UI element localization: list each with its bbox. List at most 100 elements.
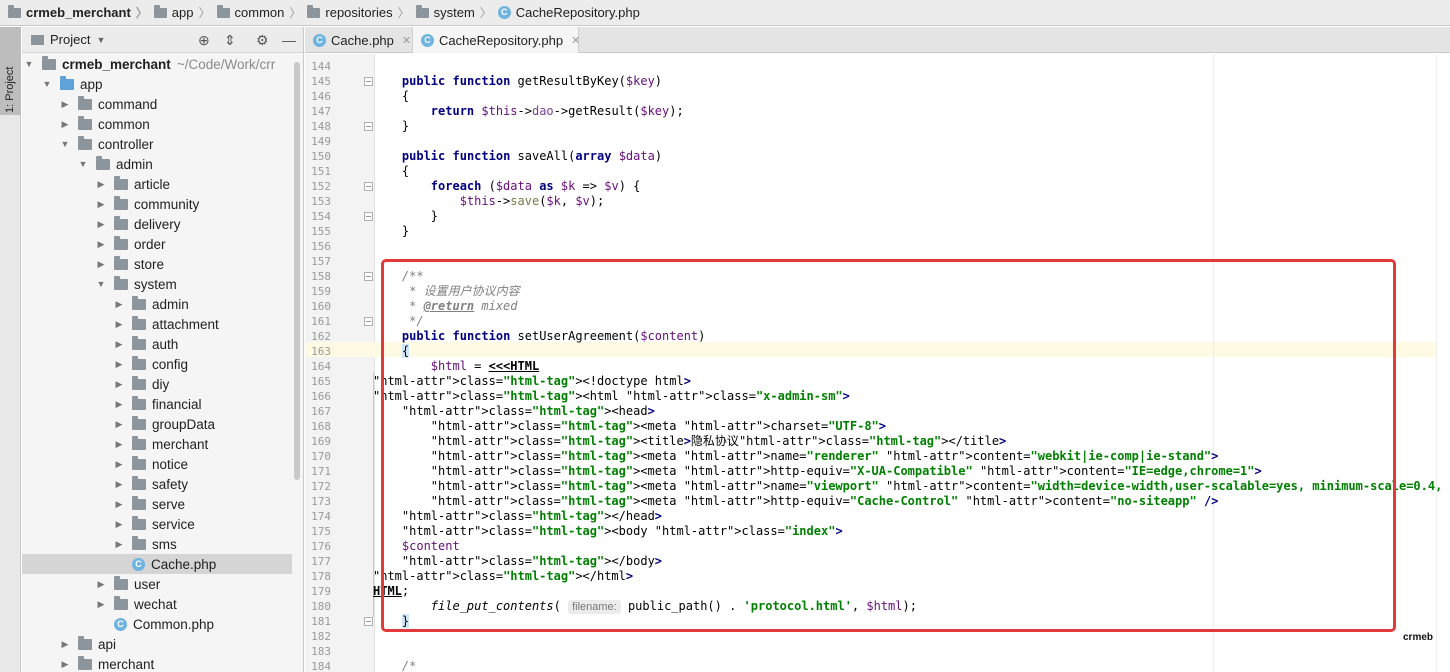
code-line[interactable]: $this->save($k, $v);: [373, 194, 605, 209]
expand-right-icon[interactable]: ▶: [96, 599, 106, 610]
tree-item-financial[interactable]: ▶ financial: [22, 394, 292, 414]
minimize-icon[interactable]: —: [282, 32, 296, 48]
code-line[interactable]: "html-attr">class="html-tag"><meta "html…: [373, 449, 1219, 464]
expand-right-icon[interactable]: ▶: [114, 299, 124, 310]
expand-right-icon[interactable]: ▶: [60, 639, 70, 650]
expand-right-icon[interactable]: ▶: [96, 199, 106, 210]
code-line[interactable]: return $this->dao->getResult($key);: [373, 104, 684, 119]
breadcrumb-system[interactable]: system 〉: [415, 0, 498, 26]
tree-item-sms[interactable]: ▶ sms: [22, 534, 292, 554]
code-line[interactable]: "html-attr">class="html-tag"><meta "html…: [373, 419, 886, 434]
code-line[interactable]: "html-attr">class="html-tag"></head>: [373, 509, 662, 524]
code-line[interactable]: {: [373, 89, 409, 104]
expand-right-icon[interactable]: ▶: [114, 439, 124, 450]
close-icon[interactable]: ✕: [402, 34, 411, 47]
expand-down-icon[interactable]: ▼: [60, 139, 70, 149]
code-line[interactable]: }: [373, 224, 409, 239]
gear-icon[interactable]: ⚙: [256, 32, 269, 48]
chevron-down-icon[interactable]: ▼: [96, 35, 105, 45]
code-line[interactable]: {: [373, 164, 409, 179]
expand-right-icon[interactable]: ▶: [96, 239, 106, 250]
close-icon[interactable]: ✕: [571, 34, 580, 47]
fold-marker-icon[interactable]: [364, 317, 373, 326]
fold-marker-icon[interactable]: [364, 272, 373, 281]
code-line[interactable]: "html-attr">class="html-tag"><title>隐私协议…: [373, 434, 1006, 449]
code-line[interactable]: public function setUserAgreement($conten…: [373, 329, 705, 344]
code-line[interactable]: foreach ($data as $k => $v) {: [373, 179, 641, 194]
code-line[interactable]: }: [373, 614, 410, 629]
tree-item-safety[interactable]: ▶ safety: [22, 474, 292, 494]
expand-right-icon[interactable]: ▶: [114, 399, 124, 410]
expand-right-icon[interactable]: ▶: [60, 659, 70, 670]
expand-right-icon[interactable]: ▶: [114, 479, 124, 490]
tree-item-notice[interactable]: ▶ notice: [22, 454, 292, 474]
tree-item-article[interactable]: ▶ article: [22, 174, 292, 194]
code-line[interactable]: "html-attr">class="html-tag"></body>: [373, 554, 662, 569]
expand-down-icon[interactable]: ▼: [24, 59, 34, 69]
code-line[interactable]: HTML;: [373, 584, 409, 599]
breadcrumb-common[interactable]: common 〉: [216, 0, 308, 26]
expand-right-icon[interactable]: ▶: [96, 179, 106, 190]
code-line[interactable]: $html = <<<HTML: [373, 359, 539, 374]
tab-cache-repository-php[interactable]: C CacheRepository.php ✕: [413, 27, 580, 53]
crosshair-icon[interactable]: ⊕: [198, 32, 210, 48]
code-line[interactable]: "html-attr">class="html-tag"><!doctype h…: [373, 374, 691, 389]
tree-item-merchant[interactable]: ▶ merchant: [22, 654, 292, 672]
code-line[interactable]: /*: [373, 659, 416, 672]
tree-item-controller[interactable]: ▼ controller: [22, 134, 292, 154]
expand-right-icon[interactable]: ▶: [114, 519, 124, 530]
tree-item-auth[interactable]: ▶ auth: [22, 334, 292, 354]
breadcrumb-cache-repository[interactable]: C CacheRepository.php: [497, 0, 640, 26]
expand-right-icon[interactable]: ▶: [114, 359, 124, 370]
tree-item-delivery[interactable]: ▶ delivery: [22, 214, 292, 234]
tree-item-diy[interactable]: ▶ diy: [22, 374, 292, 394]
code-line[interactable]: "html-attr">class="html-tag"></html>: [373, 569, 633, 584]
tree-item-command[interactable]: ▶ command: [22, 94, 292, 114]
tree-item-common-php[interactable]: C Common.php: [22, 614, 292, 634]
tree-item-api[interactable]: ▶ api: [22, 634, 292, 654]
code-line[interactable]: "html-attr">class="html-tag"><head>: [373, 404, 655, 419]
code-line[interactable]: "html-attr">class="html-tag"><meta "html…: [373, 479, 1450, 494]
tree-scrollbar[interactable]: [293, 54, 301, 672]
expand-down-icon[interactable]: ▼: [78, 159, 88, 169]
tree-item-merchant[interactable]: ▶ merchant: [22, 434, 292, 454]
code-line[interactable]: }: [373, 209, 438, 224]
fold-marker-icon[interactable]: [364, 212, 373, 221]
code-line[interactable]: */: [373, 314, 423, 329]
expand-down-icon[interactable]: ▼: [96, 279, 106, 289]
code-line[interactable]: * 设置用户协议内容: [373, 284, 519, 299]
tree-item-serve[interactable]: ▶ serve: [22, 494, 292, 514]
fold-marker-icon[interactable]: [364, 77, 373, 86]
expand-right-icon[interactable]: ▶: [114, 419, 124, 430]
tree-item-community[interactable]: ▶ community: [22, 194, 292, 214]
tree-item-system[interactable]: ▼ system: [22, 274, 292, 294]
breadcrumb-app[interactable]: app 〉: [153, 0, 217, 26]
expand-right-icon[interactable]: ▶: [114, 499, 124, 510]
expand-right-icon[interactable]: ▶: [96, 259, 106, 270]
tab-cache-php[interactable]: C Cache.php ✕: [305, 27, 413, 53]
code-line[interactable]: "html-attr">class="html-tag"><body "html…: [373, 524, 843, 539]
code-line[interactable]: $content: [373, 539, 460, 554]
tree-item-user[interactable]: ▶ user: [22, 574, 292, 594]
tree-item-attachment[interactable]: ▶ attachment: [22, 314, 292, 334]
expand-right-icon[interactable]: ▶: [114, 539, 124, 550]
expand-right-icon[interactable]: ▶: [114, 319, 124, 330]
breadcrumb-repositories[interactable]: repositories 〉: [307, 0, 415, 26]
project-view-selector[interactable]: Project: [50, 32, 90, 47]
tree-item-cache-php[interactable]: C Cache.php: [22, 554, 292, 574]
expand-right-icon[interactable]: ▶: [60, 119, 70, 130]
expand-right-icon[interactable]: ▶: [60, 99, 70, 110]
expand-right-icon[interactable]: ▶: [96, 219, 106, 230]
code-line[interactable]: file_put_contents( filename: public_path…: [373, 599, 917, 614]
code-line[interactable]: * @return mixed: [373, 299, 517, 314]
expand-right-icon[interactable]: ▶: [96, 579, 106, 590]
collapse-all-icon[interactable]: ⇕: [224, 32, 236, 48]
tree-item-crmeb-merchant[interactable]: ▼ crmeb_merchant ~/Code/Work/crr: [22, 54, 292, 74]
expand-right-icon[interactable]: ▶: [114, 459, 124, 470]
tree-item-admin[interactable]: ▶ admin: [22, 294, 292, 314]
editor-scrollbar[interactable]: [1436, 54, 1450, 672]
code-line[interactable]: "html-attr">class="html-tag"><meta "html…: [373, 494, 1219, 509]
fold-marker-icon[interactable]: [364, 122, 373, 131]
code-line[interactable]: }: [373, 119, 409, 134]
project-tool-button[interactable]: 1: Project: [0, 27, 21, 115]
